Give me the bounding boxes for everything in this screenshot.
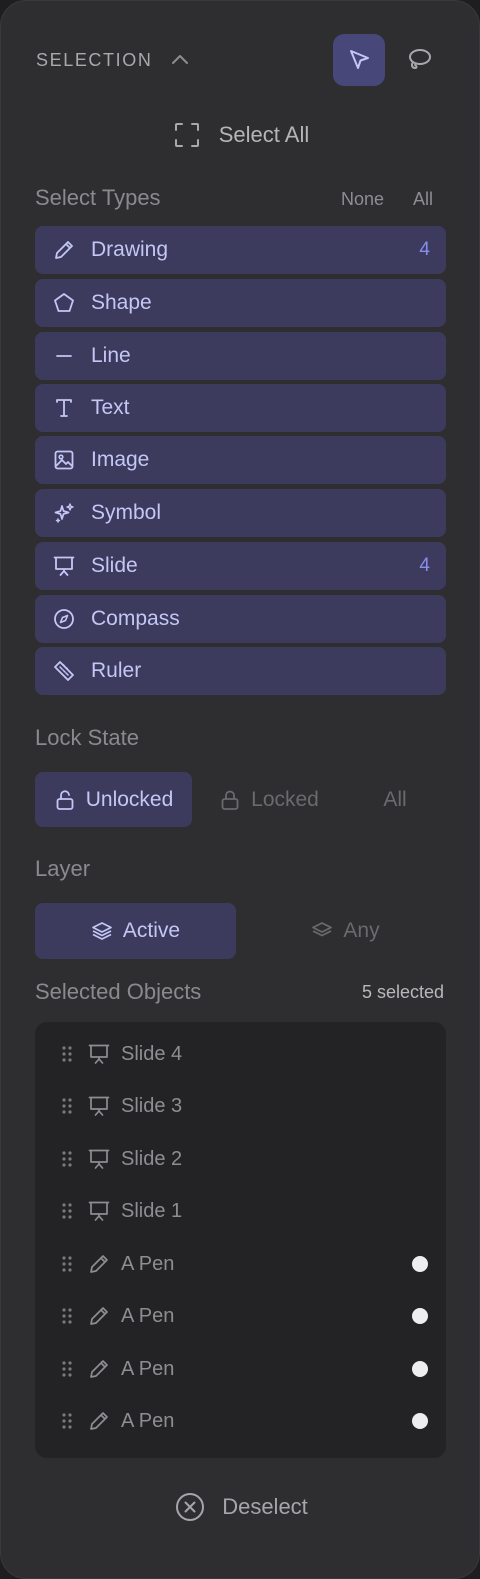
type-drawing[interactable]: Drawing 4 <box>35 226 446 274</box>
lock-all-option[interactable]: All <box>346 772 444 827</box>
drag-handle-icon[interactable] <box>61 1202 73 1220</box>
selected-objects-label: Selected Objects <box>35 979 202 1004</box>
type-shape[interactable]: Shape <box>35 279 446 327</box>
option-label: All <box>383 787 407 811</box>
type-label: Image <box>91 448 150 471</box>
type-label: Text <box>91 396 130 419</box>
drag-handle-icon[interactable] <box>61 1097 73 1115</box>
layer-active-option[interactable]: Active <box>35 903 236 959</box>
layers-icon <box>312 922 333 937</box>
list-item[interactable]: A Pen <box>35 1290 446 1342</box>
pencil-icon <box>90 1360 108 1378</box>
type-symbol[interactable]: Symbol <box>35 489 446 537</box>
option-label: Locked <box>251 787 319 811</box>
option-label: Active <box>122 919 181 942</box>
drag-handle-icon[interactable] <box>61 1307 73 1325</box>
list-item[interactable]: A Pen <box>35 1343 446 1395</box>
list-item[interactable]: Slide 4 <box>35 1028 446 1080</box>
list-item[interactable]: A Pen <box>35 1395 446 1447</box>
option-label: Unlocked <box>85 787 174 811</box>
sparkles-icon <box>51 500 77 526</box>
pencil-icon <box>90 1255 108 1273</box>
item-label: A Pen <box>121 1252 175 1275</box>
type-label: Symbol <box>91 501 162 524</box>
list-item[interactable]: A Pen <box>35 1238 446 1290</box>
presentation-icon <box>51 553 77 579</box>
select-all-button[interactable]: Select All <box>1 113 480 157</box>
pencil-icon <box>90 1307 108 1325</box>
close-circle-icon <box>176 1493 205 1521</box>
type-ruler[interactable]: Ruler <box>35 647 446 695</box>
color-dot <box>412 1413 428 1429</box>
type-label: Ruler <box>91 659 142 682</box>
type-count: 4 <box>419 239 430 260</box>
selection-panel: SELECTION Select All Select Types None A… <box>0 0 480 1579</box>
pentagon-icon <box>51 290 77 316</box>
section-title: SELECTION <box>36 50 153 70</box>
drag-handle-icon[interactable] <box>61 1255 73 1273</box>
type-label: Line <box>91 344 131 367</box>
type-line[interactable]: Line <box>35 332 446 380</box>
item-label: A Pen <box>121 1357 175 1380</box>
lock-locked-option[interactable]: Locked <box>197 772 341 827</box>
unlock-icon <box>56 789 74 810</box>
drag-handle-icon[interactable] <box>61 1150 73 1168</box>
item-label: A Pen <box>121 1304 175 1327</box>
drag-handle-icon[interactable] <box>61 1045 73 1063</box>
lock-state-label: Lock State <box>35 725 139 750</box>
type-label: Drawing <box>91 238 169 261</box>
list-item[interactable]: Slide 3 <box>35 1080 446 1132</box>
line-icon <box>51 343 77 369</box>
pencil-icon <box>51 237 77 263</box>
lock-icon <box>221 790 239 810</box>
option-label: Any <box>343 919 380 942</box>
drag-handle-icon[interactable] <box>61 1360 73 1378</box>
color-dot <box>412 1256 428 1272</box>
presentation-icon <box>88 1149 110 1169</box>
presentation-icon <box>88 1096 110 1116</box>
type-label: Compass <box>91 607 180 630</box>
image-icon <box>51 447 77 473</box>
pointer-icon <box>350 50 369 69</box>
lasso-tool-button[interactable] <box>393 34 445 86</box>
pencil-icon <box>90 1412 108 1430</box>
presentation-icon <box>88 1044 110 1064</box>
drag-handle-icon[interactable] <box>61 1412 73 1430</box>
list-item[interactable]: Slide 2 <box>35 1133 446 1185</box>
select-all-label: Select All <box>218 122 310 147</box>
deselect-label: Deselect <box>222 1494 308 1519</box>
compass-icon <box>51 606 77 632</box>
layers-icon <box>92 922 112 940</box>
deselect-button[interactable]: Deselect <box>1 1485 480 1529</box>
color-dot <box>412 1308 428 1324</box>
type-compass[interactable]: Compass <box>35 595 446 643</box>
text-icon <box>51 395 77 421</box>
item-label: A Pen <box>121 1409 175 1432</box>
pointer-tool-button[interactable] <box>333 34 385 86</box>
selected-count: 5 selected <box>361 982 444 1002</box>
presentation-icon <box>88 1201 110 1221</box>
chevron-up-icon[interactable] <box>169 49 191 71</box>
lock-unlocked-option[interactable]: Unlocked <box>35 772 192 827</box>
type-image[interactable]: Image <box>35 436 446 484</box>
list-item[interactable]: Slide 1 <box>35 1185 446 1237</box>
type-text[interactable]: Text <box>35 384 446 432</box>
item-label: Slide 3 <box>121 1094 183 1117</box>
layer-any-option[interactable]: Any <box>246 903 445 959</box>
select-frame-icon <box>174 123 199 147</box>
item-label: Slide 2 <box>121 1147 183 1170</box>
type-label: Shape <box>91 291 152 314</box>
ruler-icon <box>51 658 77 684</box>
layer-label: Layer <box>35 856 91 881</box>
lasso-icon <box>409 49 431 70</box>
type-slide[interactable]: Slide 4 <box>35 542 446 590</box>
type-label: Slide <box>91 554 138 577</box>
select-types-label: Select Types <box>35 185 161 210</box>
select-all-types-link[interactable]: All <box>413 189 433 210</box>
color-dot <box>412 1361 428 1377</box>
type-count: 4 <box>419 555 430 576</box>
item-label: Slide 4 <box>121 1042 183 1065</box>
select-none-link[interactable]: None <box>341 189 384 210</box>
item-label: Slide 1 <box>121 1199 183 1222</box>
